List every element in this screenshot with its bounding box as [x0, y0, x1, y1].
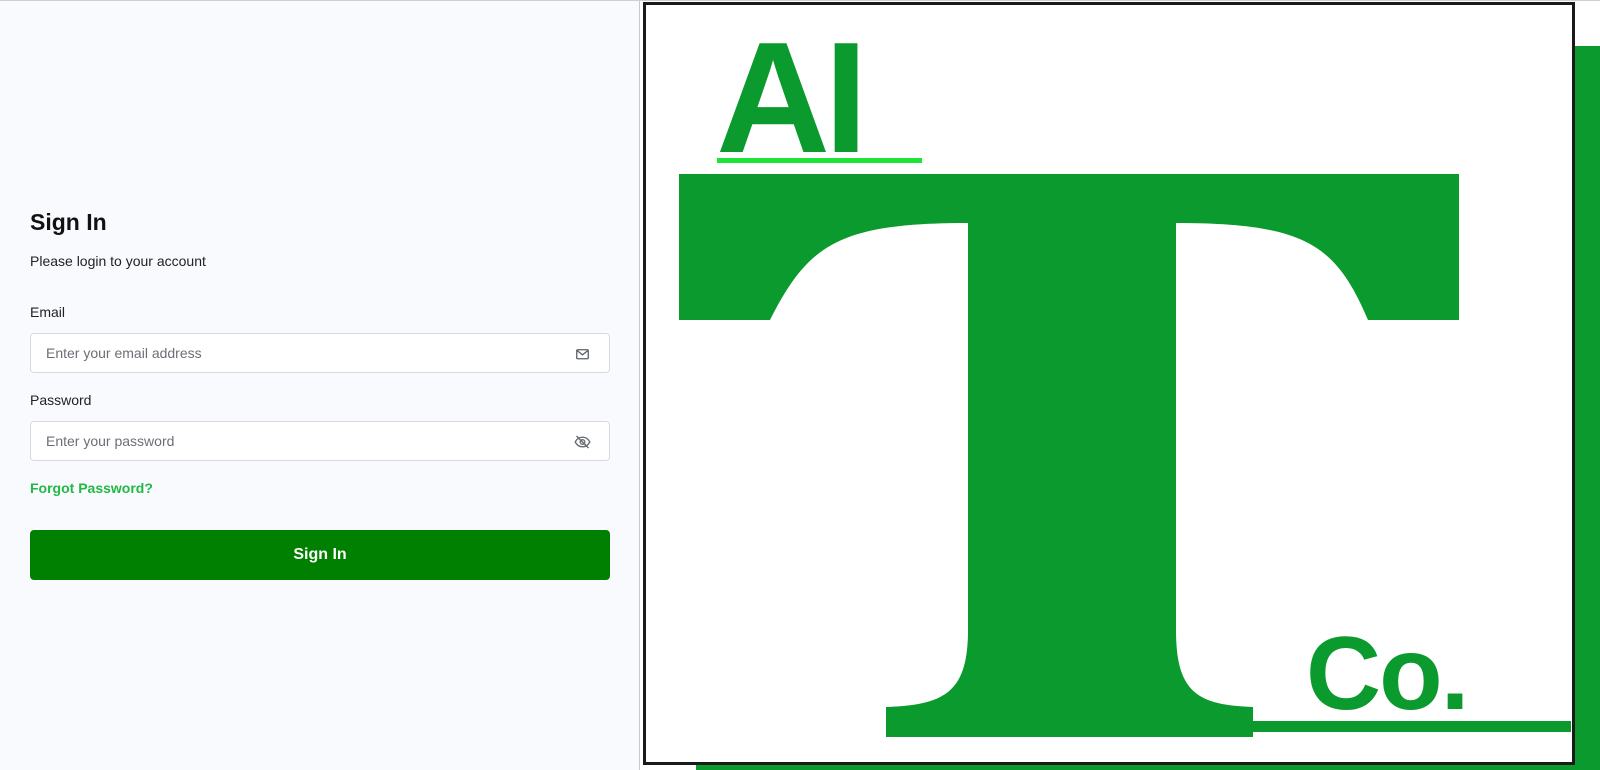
page-title: Sign In: [30, 209, 107, 235]
sign-in-page: Sign In Please login to your account Ema…: [0, 0, 1600, 770]
logo-underline: [717, 158, 922, 163]
sign-in-panel: Sign In Please login to your account Ema…: [0, 1, 640, 770]
email-field[interactable]: [31, 334, 609, 372]
password-field-wrapper: [30, 421, 610, 461]
logo-panel: AI Co.: [640, 1, 1600, 770]
sign-in-button[interactable]: Sign In: [30, 530, 610, 580]
logo-co-text: Co.: [1306, 616, 1468, 732]
email-label: Email: [30, 304, 66, 320]
eye-slash-icon[interactable]: [573, 433, 591, 451]
password-field[interactable]: [31, 422, 609, 460]
email-field-wrapper: [30, 333, 610, 373]
company-logo: AI Co.: [643, 2, 1575, 765]
sign-in-form: Sign In Please login to your account Ema…: [30, 206, 610, 580]
page-subtitle: Please login to your account: [30, 253, 206, 269]
forgot-password-link[interactable]: Forgot Password?: [30, 479, 153, 497]
logo-graphic: AI Co.: [679, 10, 1571, 737]
password-label: Password: [30, 392, 92, 408]
logo-shadow-right: [1575, 46, 1600, 770]
envelope-icon: [573, 345, 591, 363]
